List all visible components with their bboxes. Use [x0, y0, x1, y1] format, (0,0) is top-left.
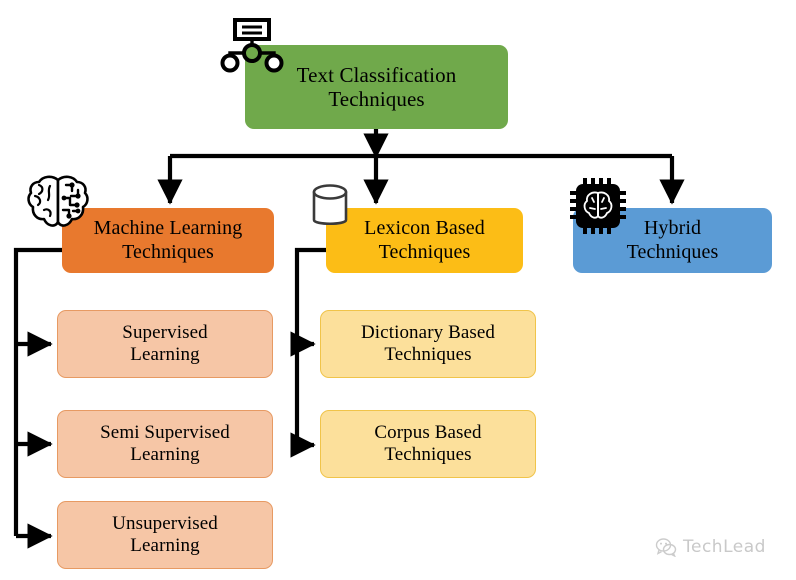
- watermark-text: TechLead: [683, 537, 766, 557]
- node-text-classification-techniques[interactable]: Text Classification Techniques: [245, 45, 508, 129]
- node-semi-supervised-learning[interactable]: Semi Supervised Learning: [57, 410, 273, 478]
- node-label: Unsupervised Learning: [112, 512, 218, 556]
- node-label: Text Classification Techniques: [296, 62, 457, 111]
- node-machine-learning-techniques[interactable]: Machine Learning Techniques: [62, 208, 274, 273]
- wire-ml-trunk: [13, 247, 62, 536]
- diagram-canvas: Text Classification Techniques Machine L…: [0, 0, 796, 580]
- wechat-logo-icon: [655, 538, 677, 557]
- node-supervised-learning[interactable]: Supervised Learning: [57, 310, 273, 378]
- node-unsupervised-learning[interactable]: Unsupervised Learning: [57, 501, 273, 569]
- node-label: Supervised Learning: [122, 321, 208, 365]
- node-dictionary-based-techniques[interactable]: Dictionary Based Techniques: [320, 310, 536, 378]
- watermark: TechLead: [655, 532, 795, 562]
- node-label: Dictionary Based Techniques: [360, 321, 496, 365]
- node-label: Semi Supervised Learning: [100, 421, 230, 465]
- node-label: Corpus Based Techniques: [374, 421, 482, 465]
- node-label: Machine Learning Techniques: [93, 217, 243, 263]
- node-label: Lexicon Based Techniques: [364, 217, 485, 263]
- node-label: Hybrid Techniques: [626, 217, 719, 263]
- node-lexicon-based-techniques[interactable]: Lexicon Based Techniques: [326, 208, 523, 273]
- node-hybrid-techniques[interactable]: Hybrid Techniques: [573, 208, 772, 273]
- node-corpus-based-techniques[interactable]: Corpus Based Techniques: [320, 410, 536, 478]
